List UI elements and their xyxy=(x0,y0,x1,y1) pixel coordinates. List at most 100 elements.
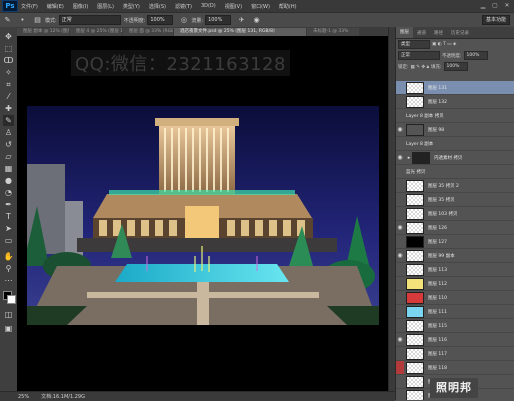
document-canvas[interactable]: QQ:微信：2321163128 xyxy=(17,36,388,391)
layer-row[interactable]: Layer 8 副本 拷贝 xyxy=(396,109,514,123)
visibility-eye-icon[interactable] xyxy=(396,263,404,276)
marquee-tool-icon[interactable]: ⬚ xyxy=(3,43,14,54)
visibility-eye-icon[interactable] xyxy=(396,235,404,248)
visibility-eye-icon[interactable] xyxy=(396,95,404,108)
lock-icons[interactable]: ▦ ✎ ✥ 🔒︎ xyxy=(411,64,429,70)
layer-row[interactable]: 图层 35 拷贝 xyxy=(396,193,514,207)
visibility-eye-icon[interactable] xyxy=(396,375,404,388)
crop-tool-icon[interactable]: ⌗ xyxy=(3,79,14,90)
layer-row[interactable]: Layer 8 副本 xyxy=(396,137,514,151)
layer-row[interactable]: ◉ ▸ 内透素材 拷贝 xyxy=(396,151,514,165)
visibility-eye-icon[interactable] xyxy=(396,109,404,122)
visibility-eye-icon[interactable] xyxy=(396,319,404,332)
healing-tool-icon[interactable]: ✚ xyxy=(3,103,14,114)
pressure-opacity-icon[interactable]: ◎ xyxy=(179,16,188,25)
layer-row[interactable]: 图层 115 xyxy=(396,319,514,333)
layer-kind-select[interactable]: 类型 xyxy=(398,40,430,49)
clone-stamp-tool-icon[interactable]: ♙ xyxy=(3,127,14,138)
layer-row[interactable]: 图层 131 xyxy=(396,81,514,95)
visibility-eye-icon[interactable] xyxy=(396,347,404,360)
layer-row[interactable]: ◉ 图层 126 xyxy=(396,221,514,235)
layer-row[interactable]: 图层 35 拷贝 2 xyxy=(396,179,514,193)
workspace-select[interactable]: 基本功能 xyxy=(481,15,510,25)
eyedropper-tool-icon[interactable]: ⁄ xyxy=(3,91,14,102)
menu-select[interactable]: 选择(S) xyxy=(149,3,166,10)
visibility-eye-icon[interactable] xyxy=(396,137,404,150)
menu-edit[interactable]: 编辑(E) xyxy=(47,3,64,10)
blur-tool-icon[interactable]: ● xyxy=(3,175,14,186)
menu-3d[interactable]: 3D(D) xyxy=(201,3,216,9)
visibility-eye-icon[interactable] xyxy=(396,277,404,290)
menu-window[interactable]: 窗口(W) xyxy=(251,3,270,10)
close-icon[interactable]: ✕ xyxy=(502,1,512,10)
zoom-level[interactable]: 25% xyxy=(18,394,29,400)
menu-view[interactable]: 视图(V) xyxy=(225,3,242,10)
menu-layer[interactable]: 图层(L) xyxy=(97,3,114,10)
visibility-eye-icon[interactable]: ◉ xyxy=(396,123,404,136)
visibility-eye-icon[interactable] xyxy=(396,179,404,192)
eraser-tool-icon[interactable]: ▱ xyxy=(3,151,14,162)
history-brush-tool-icon[interactable]: ↺ xyxy=(3,139,14,150)
hand-tool-icon[interactable]: ✋ xyxy=(3,251,14,262)
brush-size-icon[interactable]: • xyxy=(18,16,27,25)
layer-row[interactable]: 图层 110 xyxy=(396,291,514,305)
layer-row[interactable]: 蓝光 拷贝 xyxy=(396,165,514,179)
menu-filter[interactable]: 滤镜(T) xyxy=(175,3,192,10)
layer-row[interactable]: ◉ 图层 98 xyxy=(396,123,514,137)
pressure-size-icon[interactable]: ◉ xyxy=(252,16,261,25)
visibility-eye-icon[interactable] xyxy=(396,361,404,374)
brush-panel-icon[interactable]: ▤ xyxy=(33,16,42,25)
visibility-eye-icon[interactable] xyxy=(396,207,404,220)
airbrush-icon[interactable]: ✈ xyxy=(237,16,246,25)
zoom-tool-icon[interactable]: ⚲ xyxy=(3,263,14,274)
tab-doc-3[interactable]: 图层 面 @ 33% (RGB/8) xyxy=(123,28,173,36)
layer-row[interactable]: 图层 118 xyxy=(396,361,514,375)
visibility-eye-icon[interactable] xyxy=(396,193,404,206)
visibility-eye-icon[interactable]: ◉ xyxy=(396,221,404,234)
dodge-tool-icon[interactable]: ◔ xyxy=(3,187,14,198)
visibility-eye-icon[interactable]: ◉ xyxy=(396,333,404,346)
visibility-eye-icon[interactable]: ◉ xyxy=(396,249,404,262)
layer-row[interactable]: ◉ 图层 99 副本 xyxy=(396,249,514,263)
screen-mode-icon[interactable]: ▣ xyxy=(3,323,14,334)
opacity-field[interactable]: 100% xyxy=(147,15,174,25)
tab-layers[interactable]: 图层 xyxy=(396,27,413,38)
visibility-eye-icon[interactable] xyxy=(396,291,404,304)
layer-row[interactable]: 图层 111 xyxy=(396,305,514,319)
tab-paths[interactable]: 路径 xyxy=(430,30,447,36)
panel-opacity-field[interactable]: 100% xyxy=(463,51,488,60)
gradient-tool-icon[interactable]: ▦ xyxy=(3,163,14,174)
layer-row[interactable]: 图层 127 xyxy=(396,235,514,249)
shape-tool-icon[interactable]: ▭ xyxy=(3,235,14,246)
path-select-tool-icon[interactable]: ➤ xyxy=(3,223,14,234)
visibility-eye-icon[interactable] xyxy=(396,165,404,178)
move-tool-icon[interactable]: ✥ xyxy=(3,31,14,42)
mode-select[interactable]: 正常 xyxy=(58,15,121,25)
layer-row[interactable]: 图层 117 xyxy=(396,347,514,361)
flow-field[interactable]: 100% xyxy=(205,15,232,25)
tab-doc-active[interactable]: 酒店夜景文件.psd @ 25% (图层 131, RGB/8) xyxy=(174,28,306,36)
quick-select-tool-icon[interactable]: ✧ xyxy=(3,67,14,78)
menu-image[interactable]: 图像(I) xyxy=(73,3,88,10)
minimize-icon[interactable]: ▁ xyxy=(478,1,488,10)
tab-history[interactable]: 历史记录 xyxy=(447,30,473,36)
quick-mask-icon[interactable]: ◫ xyxy=(3,309,14,320)
menu-type[interactable]: 类型(Y) xyxy=(123,3,140,10)
type-tool-icon[interactable]: T xyxy=(3,211,14,222)
fill-field[interactable]: 100% xyxy=(443,62,468,71)
visibility-eye-icon[interactable] xyxy=(396,305,404,318)
menu-help[interactable]: 帮助(H) xyxy=(279,3,297,10)
visibility-eye-icon[interactable]: ◉ xyxy=(396,151,404,164)
visibility-eye-icon[interactable] xyxy=(396,389,404,400)
layer-row[interactable]: 图层 113 xyxy=(396,263,514,277)
tab-doc-5[interactable]: 未标题-1 @ 33% xyxy=(307,28,359,36)
layer-row[interactable]: 图层 132 xyxy=(396,95,514,109)
brush-tool-icon[interactable]: ✎ xyxy=(3,115,14,126)
tab-doc-1[interactable]: 图层 副本 @ 12% (图层 124, RGB/8) xyxy=(17,28,69,36)
tab-channels[interactable]: 通道 xyxy=(413,30,430,36)
background-color-swatch[interactable] xyxy=(7,295,16,304)
brush-tool-preset-icon[interactable]: ✎ xyxy=(3,16,12,25)
layer-row[interactable]: 图层 103 拷贝 xyxy=(396,207,514,221)
tab-doc-2[interactable]: 图层 4 @ 25% (图层 132, RGB/8) xyxy=(70,28,122,36)
pen-tool-icon[interactable]: ✒ xyxy=(3,199,14,210)
